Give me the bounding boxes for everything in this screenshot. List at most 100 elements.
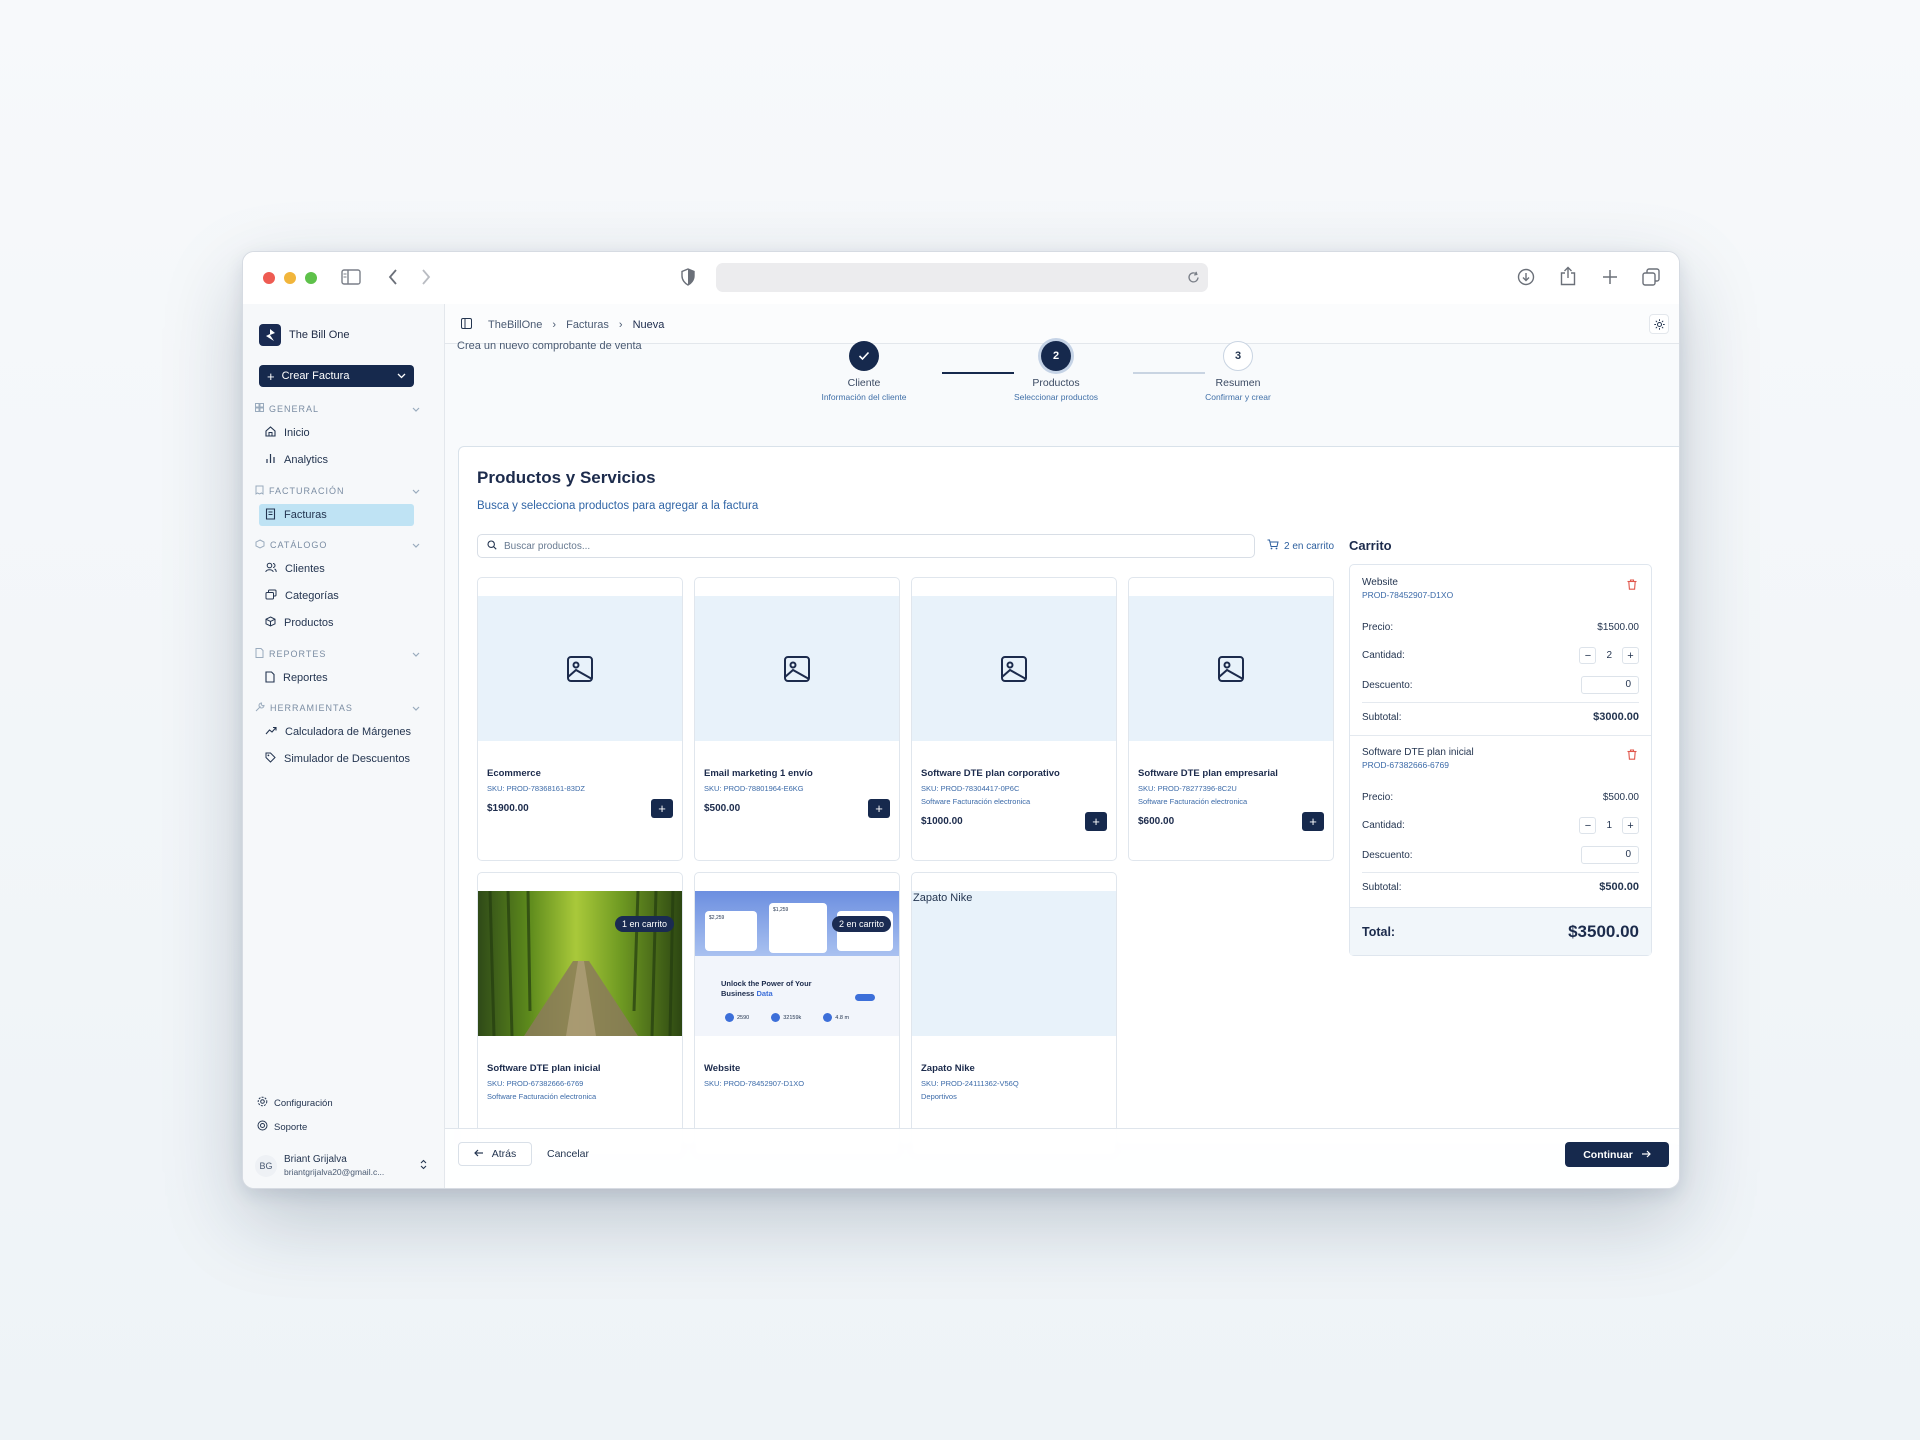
breadcrumb-link[interactable]: Facturas bbox=[566, 319, 609, 331]
stat-label: 4.8 m bbox=[835, 1014, 850, 1021]
cart-count[interactable]: 2 en carrito bbox=[1267, 539, 1334, 553]
cart-item-name: Website bbox=[1362, 577, 1398, 588]
back-button[interactable]: Atrás bbox=[458, 1142, 532, 1166]
arrow-right-icon bbox=[1641, 1149, 1651, 1161]
theme-toggle-button[interactable] bbox=[1649, 314, 1669, 334]
discount-input[interactable]: 0 bbox=[1581, 676, 1639, 694]
product-name: Zapato Nike bbox=[921, 1063, 975, 1074]
section-title: Productos y Servicios bbox=[477, 468, 656, 487]
add-to-cart-button[interactable]: + bbox=[868, 799, 890, 818]
create-invoice-button[interactable]: + Crear Factura bbox=[259, 365, 414, 387]
step-resumen[interactable]: 3 Resumen Confirmar y crear bbox=[1178, 341, 1298, 402]
sidebar-item-label: Simulador de Descuentos bbox=[284, 753, 410, 765]
step-number: 2 bbox=[1041, 341, 1071, 371]
user-menu[interactable]: BG Briant Grijalva briantgrijalva20@gmai… bbox=[255, 1150, 427, 1182]
image-icon bbox=[567, 655, 593, 682]
brand[interactable]: The Bill One bbox=[259, 324, 350, 346]
product-card[interactable]: Software DTE plan corporativo SKU: PROD-… bbox=[911, 577, 1117, 861]
section-catalogo[interactable]: CATÁLOGO bbox=[255, 539, 420, 551]
increment-button[interactable]: + bbox=[1622, 647, 1639, 664]
settings-link[interactable]: Configuración bbox=[257, 1096, 333, 1110]
sidebar-item-productos[interactable]: Productos bbox=[259, 612, 414, 634]
increment-button[interactable]: + bbox=[1622, 817, 1639, 834]
address-bar[interactable] bbox=[716, 263, 1208, 292]
section-reportes[interactable]: REPORTES bbox=[255, 648, 420, 660]
privacy-shield-icon[interactable] bbox=[681, 268, 695, 286]
chevron-down-icon[interactable] bbox=[412, 404, 420, 414]
chevron-down-icon[interactable] bbox=[412, 540, 420, 550]
chevron-down-icon[interactable] bbox=[412, 649, 420, 659]
forward-arrow-icon[interactable] bbox=[421, 269, 431, 285]
step-productos[interactable]: 2 Productos Seleccionar productos bbox=[996, 341, 1116, 402]
chevrons-up-down-icon[interactable] bbox=[420, 1157, 427, 1175]
sidebar-item-clientes[interactable]: Clientes bbox=[259, 558, 414, 580]
product-name: Website bbox=[704, 1063, 741, 1074]
search-input[interactable]: Buscar productos... bbox=[477, 534, 1255, 558]
sidebar-item-facturas[interactable]: Facturas bbox=[259, 504, 414, 526]
section-herramientas[interactable]: HERRAMIENTAS bbox=[255, 702, 420, 714]
image-icon bbox=[1001, 655, 1027, 682]
window-controls bbox=[263, 272, 317, 284]
support-link[interactable]: Soporte bbox=[257, 1120, 307, 1134]
sidebar-item-simulador[interactable]: Simulador de Descuentos bbox=[259, 748, 414, 770]
breadcrumb-link[interactable]: TheBillOne bbox=[488, 319, 542, 331]
discount-input[interactable]: 0 bbox=[1581, 846, 1639, 864]
cart-item-price: $500.00 bbox=[1602, 792, 1639, 803]
search-icon bbox=[487, 539, 497, 553]
sidebar-item-calculadora[interactable]: Calculadora de Márgenes bbox=[259, 721, 414, 743]
sidebar-item-label: Analytics bbox=[284, 454, 329, 466]
product-card[interactable]: Ecommerce SKU: PROD-78368161-83DZ $1900.… bbox=[477, 577, 683, 861]
product-image-placeholder bbox=[1129, 596, 1333, 741]
close-window-button[interactable] bbox=[263, 272, 275, 284]
sidebar-toggle-icon[interactable] bbox=[341, 269, 361, 285]
section-facturacion[interactable]: FACTURACIÓN bbox=[255, 485, 420, 497]
receipt-icon bbox=[255, 485, 264, 497]
step-title: Cliente bbox=[847, 377, 881, 389]
trash-icon[interactable] bbox=[1627, 579, 1637, 593]
sidebar-item-reportes[interactable]: Reportes bbox=[259, 667, 414, 689]
reload-icon[interactable] bbox=[1187, 271, 1200, 284]
tag-icon bbox=[265, 752, 276, 766]
download-icon[interactable] bbox=[1517, 268, 1535, 286]
trash-icon[interactable] bbox=[1627, 749, 1637, 763]
panel-toggle-icon[interactable] bbox=[461, 318, 472, 332]
back-arrow-icon[interactable] bbox=[388, 269, 398, 285]
section-general[interactable]: GENERAL bbox=[255, 403, 420, 414]
decrement-button[interactable]: − bbox=[1579, 647, 1597, 664]
cart-item-code: PROD-67382666-6769 bbox=[1362, 760, 1449, 770]
sidebar-item-inicio[interactable]: Inicio bbox=[259, 422, 414, 444]
decrement-button[interactable]: − bbox=[1579, 817, 1597, 834]
package-icon bbox=[255, 539, 265, 551]
product-card[interactable]: Email marketing 1 envío SKU: PROD-788019… bbox=[694, 577, 900, 861]
stat-label: 32159k bbox=[783, 1014, 802, 1021]
sidebar-item-analytics[interactable]: Analytics bbox=[259, 449, 414, 471]
cancel-button[interactable]: Cancelar bbox=[547, 1148, 589, 1160]
product-price: $500.00 bbox=[704, 803, 741, 814]
quantity-value: 1 bbox=[1606, 820, 1612, 831]
product-card[interactable]: Software DTE plan empresarial SKU: PROD-… bbox=[1128, 577, 1334, 861]
continue-button[interactable]: Continuar bbox=[1565, 1142, 1669, 1167]
chevron-down-icon[interactable] bbox=[397, 370, 406, 382]
settings-label: Configuración bbox=[274, 1097, 333, 1109]
minimize-window-button[interactable] bbox=[284, 272, 296, 284]
sidebar-item-categorias[interactable]: Categorías bbox=[259, 585, 414, 607]
product-category: Software Facturación electronica bbox=[921, 797, 1031, 806]
new-tab-icon[interactable] bbox=[1602, 269, 1618, 285]
product-card[interactable]: $2,259 $1,259 Unlock the Power of Your B… bbox=[694, 872, 900, 1156]
add-to-cart-button[interactable]: + bbox=[651, 799, 673, 818]
arrow-left-icon bbox=[473, 1148, 484, 1160]
tab-overview-icon[interactable] bbox=[1642, 268, 1660, 286]
product-image-placeholder bbox=[478, 596, 682, 741]
add-to-cart-button[interactable]: + bbox=[1302, 812, 1324, 831]
product-sku: SKU: PROD-24111362-V56Q bbox=[921, 1079, 1019, 1088]
product-price: $1000.00 bbox=[921, 816, 963, 827]
sidebar: The Bill One + Crear Factura GENERAL Ini… bbox=[243, 304, 445, 1188]
add-to-cart-button[interactable]: + bbox=[1085, 812, 1107, 831]
product-card[interactable]: Zapato Nike Zapato Nike SKU: PROD-241113… bbox=[911, 872, 1117, 1156]
chevron-down-icon[interactable] bbox=[412, 486, 420, 496]
chevron-down-icon[interactable] bbox=[412, 703, 420, 713]
share-icon[interactable] bbox=[1560, 266, 1576, 286]
product-card[interactable]: 1 en carrito Software DTE plan inicial S… bbox=[477, 872, 683, 1156]
step-cliente[interactable]: Cliente Información del cliente bbox=[804, 341, 924, 402]
zoom-window-button[interactable] bbox=[305, 272, 317, 284]
